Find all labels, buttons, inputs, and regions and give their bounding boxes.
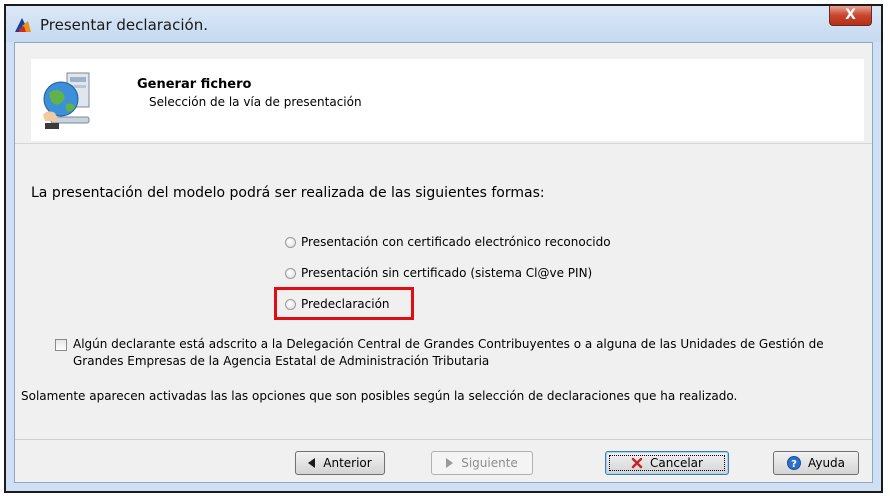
checkbox[interactable] bbox=[55, 339, 67, 351]
title-bar[interactable]: Presentar declaración. X bbox=[6, 6, 881, 42]
globe-computer-icon bbox=[37, 69, 97, 131]
radio-label: Presentación sin certificado (sistema Cl… bbox=[301, 266, 593, 280]
help-icon: ? bbox=[786, 456, 801, 470]
svg-text:?: ? bbox=[791, 459, 797, 470]
dialog-window: Presentar declaración. X Generar fichero… bbox=[4, 4, 883, 493]
help-button[interactable]: ? Ayuda bbox=[773, 451, 859, 475]
header-box: Generar fichero Selección de la vía de p… bbox=[31, 59, 864, 141]
checkbox-label: Algún declarante está adscrito a la Dele… bbox=[73, 337, 824, 368]
focus-ring bbox=[609, 455, 725, 471]
cancel-button[interactable]: Cancelar bbox=[605, 451, 729, 475]
radio-option-clave-pin[interactable]: Presentación sin certificado (sistema Cl… bbox=[285, 266, 592, 280]
radio-label: Presentación con certificado electrónico… bbox=[301, 235, 611, 249]
radio-option-certificado[interactable]: Presentación con certificado electrónico… bbox=[285, 235, 611, 249]
next-button-label: Siguiente bbox=[461, 456, 518, 470]
arrow-right-icon bbox=[446, 458, 454, 468]
button-bar: Anterior Siguiente Cancelar ? Ayuda bbox=[15, 439, 872, 482]
highlight-box bbox=[274, 287, 414, 320]
footnote-text: Solamente aparecen activadas las las opc… bbox=[21, 389, 738, 403]
aeat-logo-icon bbox=[14, 17, 32, 33]
dialog-client: Generar fichero Selección de la vía de p… bbox=[14, 42, 873, 483]
back-button[interactable]: Anterior bbox=[295, 451, 385, 475]
arrow-left-icon bbox=[308, 458, 316, 468]
close-button[interactable]: X bbox=[829, 6, 872, 26]
help-button-label: Ayuda bbox=[807, 456, 846, 470]
header-panel: Generar fichero Selección de la vía de p… bbox=[15, 43, 872, 144]
window-title: Presentar declaración. bbox=[40, 16, 208, 34]
radio-button[interactable] bbox=[285, 236, 296, 248]
header-title: Generar fichero bbox=[137, 77, 252, 92]
header-subtitle: Selección de la vía de presentación bbox=[149, 95, 362, 109]
back-button-label: Anterior bbox=[323, 456, 372, 470]
intro-text: La presentación del modelo podrá ser rea… bbox=[31, 185, 545, 201]
next-button[interactable]: Siguiente bbox=[431, 451, 533, 475]
radio-button[interactable] bbox=[285, 267, 296, 279]
